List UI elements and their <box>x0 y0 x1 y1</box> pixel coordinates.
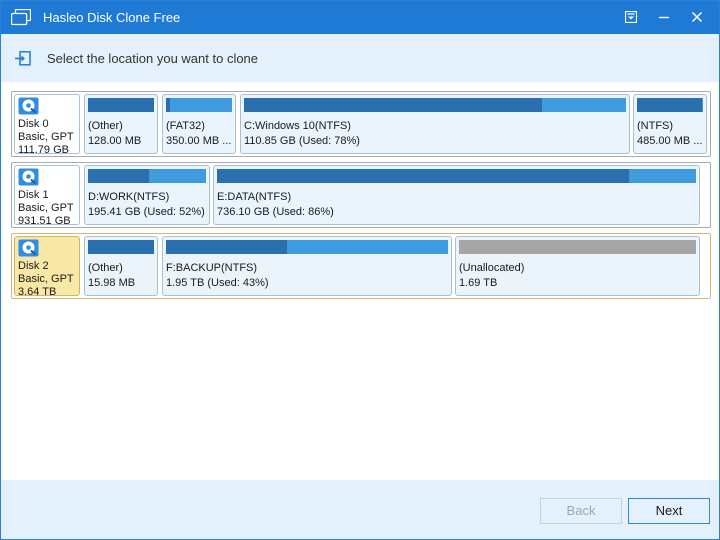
partition-0-2[interactable]: C:Windows 10(NTFS) 110.85 GB (Used: 78%) <box>240 94 630 154</box>
close-icon <box>691 11 703 23</box>
disk-name: Disk 1 <box>18 189 49 201</box>
partition-name: (NTFS) <box>637 120 674 132</box>
minimize-icon <box>659 16 669 19</box>
partition-size: 350.00 MB ... <box>166 135 232 147</box>
partition-used-fill <box>166 98 170 112</box>
minimize-button[interactable] <box>653 7 675 29</box>
disk-type: Basic, GPT <box>18 202 74 214</box>
partition-1-0[interactable]: D:WORK(NTFS) 195.41 GB (Used: 52%) <box>84 165 210 225</box>
partition-name: (Unallocated) <box>459 262 525 274</box>
disk-info-1[interactable]: Disk 1 Basic, GPT 931.51 GB <box>14 165 80 228</box>
disk-info-2[interactable]: Disk 2 Basic, GPT 3.64 TB <box>14 236 80 299</box>
partition-size: 736.10 GB (Used: 86%) <box>217 206 334 218</box>
disk-list: Disk 0 Basic, GPT 111.79 GB (Other) 128.00 M… <box>11 91 711 304</box>
title-bar[interactable]: Hasleo Disk Clone Free <box>1 1 719 34</box>
disk-name: Disk 2 <box>18 260 49 272</box>
partition-name: E:DATA(NTFS) <box>217 191 292 203</box>
partition-0-0[interactable]: (Other) 128.00 MB <box>84 94 158 154</box>
hard-disk-icon <box>18 239 39 257</box>
partition-1-1[interactable]: E:DATA(NTFS) 736.10 GB (Used: 86%) <box>213 165 700 225</box>
disk-info-text: Disk 0 Basic, GPT 111.79 GB <box>18 118 74 157</box>
partition-used-fill <box>88 98 154 112</box>
partition-usage-bar <box>166 98 232 112</box>
partition-size: 1.95 TB (Used: 43%) <box>166 277 269 289</box>
back-button[interactable]: Back <box>540 498 622 524</box>
partition-name: D:WORK(NTFS) <box>88 191 170 203</box>
disk-name: Disk 0 <box>18 118 49 130</box>
partition-usage-bar <box>166 240 448 254</box>
close-button[interactable] <box>686 7 708 29</box>
partition-name: (Other) <box>88 262 123 274</box>
hard-disk-icon <box>18 168 39 186</box>
disk-size: 3.64 TB <box>18 286 57 298</box>
footer-bar: Back Next <box>1 480 719 539</box>
disk-size: 111.79 GB <box>18 144 69 156</box>
disk-info-text: Disk 2 Basic, GPT 3.64 TB <box>18 260 74 299</box>
partition-used-fill <box>244 98 542 112</box>
disk-row-1[interactable]: Disk 1 Basic, GPT 931.51 GB D:WORK(NTFS) 195… <box>11 162 711 228</box>
partition-size: 15.98 MB <box>88 277 136 289</box>
app-window: Hasleo Disk Clone Free Select the locati… <box>0 0 720 540</box>
menu-dropdown-button[interactable] <box>620 7 642 29</box>
partition-usage-bar <box>88 98 154 112</box>
hard-disk-icon <box>18 97 39 115</box>
partition-used-fill <box>166 240 288 254</box>
partition-used-fill <box>217 169 629 183</box>
disk-type: Basic, GPT <box>18 131 74 143</box>
partition-name: F:BACKUP(NTFS) <box>166 262 258 274</box>
app-logo-icon <box>11 9 31 26</box>
partition-size: 195.41 GB (Used: 52%) <box>88 206 205 218</box>
partition-size: 128.00 MB <box>88 135 142 147</box>
partition-usage-bar <box>637 98 703 112</box>
partition-0-1[interactable]: (FAT32) 350.00 MB ... <box>162 94 236 154</box>
next-button[interactable]: Next <box>628 498 710 524</box>
instruction-text: Select the location you want to clone <box>47 51 259 66</box>
partition-name: (FAT32) <box>166 120 205 132</box>
disk-info-text: Disk 1 Basic, GPT 931.51 GB <box>18 189 74 228</box>
disk-info-0[interactable]: Disk 0 Basic, GPT 111.79 GB <box>14 94 80 157</box>
partition-used-fill <box>88 169 150 183</box>
partition-size: 485.00 MB ... <box>637 135 703 147</box>
partition-usage-bar <box>459 240 696 254</box>
partition-name: C:Windows 10(NTFS) <box>244 120 351 132</box>
partition-0-3[interactable]: (NTFS) 485.00 MB ... <box>633 94 707 154</box>
window-title: Hasleo Disk Clone Free <box>43 10 181 25</box>
menu-dropdown-icon <box>625 11 637 23</box>
partition-usage-bar <box>217 169 696 183</box>
partition-usage-bar <box>88 169 206 183</box>
partition-size: 1.69 TB <box>459 277 498 289</box>
partition-name: (Other) <box>88 120 123 132</box>
disk-type: Basic, GPT <box>18 273 74 285</box>
select-target-icon <box>15 51 31 66</box>
partition-usage-bar <box>244 98 626 112</box>
partition-used-fill <box>637 98 702 112</box>
partition-usage-bar <box>88 240 154 254</box>
partition-2-0[interactable]: (Other) 15.98 MB <box>84 236 158 296</box>
disk-row-0[interactable]: Disk 0 Basic, GPT 111.79 GB (Other) 128.00 M… <box>11 91 711 157</box>
disk-size: 931.51 GB <box>18 215 71 227</box>
instruction-header: Select the location you want to clone <box>1 34 719 82</box>
partition-size: 110.85 GB (Used: 78%) <box>244 135 360 147</box>
partition-2-2[interactable]: (Unallocated) 1.69 TB <box>455 236 700 296</box>
disk-row-2[interactable]: Disk 2 Basic, GPT 3.64 TB (Other) 15.98 MB F:… <box>11 233 711 299</box>
partition-2-1[interactable]: F:BACKUP(NTFS) 1.95 TB (Used: 43%) <box>162 236 452 296</box>
partition-used-fill <box>88 240 154 254</box>
